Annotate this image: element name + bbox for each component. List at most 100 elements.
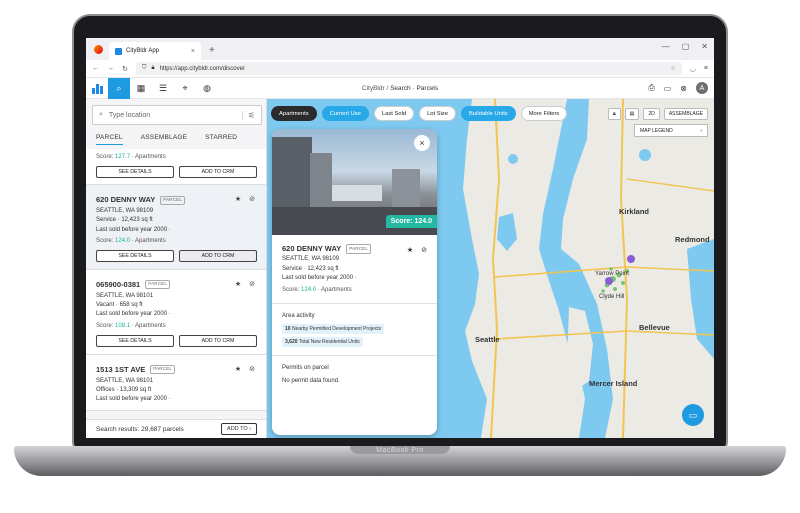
menu-icon[interactable]: ≡	[704, 65, 708, 72]
close-window-button[interactable]: ✕	[701, 42, 708, 51]
tab-starred[interactable]: STARRED	[205, 134, 237, 145]
filter-current-use[interactable]: Current Use	[321, 106, 369, 121]
popup-address: 620 DENNY WAY PARCEL	[282, 243, 427, 255]
permitted-label: Nearby Permitted Development Projects	[291, 325, 382, 332]
map-label-kirkland: Kirkland	[619, 207, 650, 216]
address-text: 620 DENNY WAY	[96, 195, 156, 205]
search-icon[interactable]: ⌕	[108, 77, 130, 99]
parcel-last-sold: Last sold before year 2000 ·	[96, 311, 171, 318]
popup-score-line: Score: 124.0 · Apartments	[282, 286, 427, 296]
tab-close-icon[interactable]: ×	[191, 48, 195, 55]
search-icon: ⌕	[99, 111, 103, 118]
clear-icon[interactable]: ⊗	[680, 84, 687, 93]
filter-buildable-units[interactable]: Buildable Units	[461, 106, 516, 121]
popup-score-tag: Score: 124.0	[385, 215, 437, 228]
bookmark-star-icon[interactable]: ☆	[670, 65, 675, 72]
filter-lot-size[interactable]: Lot Size	[419, 106, 457, 121]
parcel-city: SEATTLE, WA 98101	[96, 377, 154, 384]
chevron-right-icon: ›	[700, 127, 702, 134]
tab-assemblage[interactable]: ASSEMBLAGE	[141, 134, 187, 145]
hide-eye-icon[interactable]: ⊘	[249, 280, 255, 291]
table-icon[interactable]: ▦	[130, 78, 152, 99]
list-item[interactable]: 065900-0381 PARCEL ★ ⊘ SEATTLE, WA 98101…	[86, 270, 266, 355]
list-item[interactable]: Score: 127.7 · Apartments SEE DETAILS AD…	[86, 149, 266, 186]
tab-parcel[interactable]: PARCEL	[96, 134, 123, 145]
score-type: · Apartments	[131, 322, 166, 329]
map-label-yarrow-point: Yarrow Point	[595, 271, 629, 277]
list-item[interactable]: 1513 1ST AVE PARCEL ★ ⊘ SEATTLE, WA 9810…	[86, 354, 266, 412]
device-brand: MacBook Pro	[376, 447, 424, 454]
add-to-crm-button[interactable]: ADD TO CRM	[179, 166, 257, 179]
favicon-icon	[115, 47, 122, 55]
filter-sliders-icon[interactable]: ⚟	[241, 110, 255, 120]
add-to-crm-button[interactable]: ADD TO CRM	[179, 334, 257, 347]
pocket-icon[interactable]: ◡	[690, 65, 696, 73]
see-details-button[interactable]: SEE DETAILS	[96, 334, 174, 347]
folder-icon[interactable]: ▭	[664, 84, 672, 93]
filter-more-filters[interactable]: More Filters	[520, 106, 568, 121]
url-bar: ← → ↻ ⛉ 🔒︎ https://app.citybldr.com/disc…	[86, 60, 714, 78]
mode-2d-button[interactable]: 2D	[643, 108, 660, 120]
popup-last-sold: Last sold before year 2000 ·	[282, 275, 357, 282]
hide-eye-icon[interactable]: ⊘	[249, 195, 255, 206]
lock-icon: 🔒︎	[151, 65, 155, 71]
add-to-crm-button[interactable]: ADD TO CRM	[179, 250, 257, 263]
see-details-button[interactable]: SEE DETAILS	[96, 166, 174, 179]
popup-city: SEATTLE, WA 98109	[282, 256, 340, 262]
card-actions: SEE DETAILS ADD TO CRM	[96, 334, 257, 347]
layers-icon[interactable]: ▤	[624, 108, 640, 120]
score-label: Score:	[96, 322, 114, 329]
forward-icon[interactable]: →	[107, 65, 114, 72]
residential-label: Total New Residential Units	[298, 338, 360, 345]
avatar[interactable]: A	[696, 82, 708, 94]
star-icon[interactable]: ★	[235, 280, 241, 291]
map-label-redmond: Redmond	[675, 235, 710, 244]
star-icon[interactable]: ★	[235, 195, 241, 206]
see-details-button[interactable]: SEE DETAILS	[96, 250, 174, 263]
assemblage-button[interactable]: ASSEMBLAGE	[663, 108, 708, 120]
parcel-address: 1513 1ST AVE PARCEL	[96, 364, 257, 376]
citybldr-logo-icon[interactable]	[86, 78, 108, 99]
residential-count: 3,620	[285, 338, 298, 345]
parcel-last-sold: Last sold before year 2000 ·	[96, 396, 171, 403]
save-icon[interactable]: ⎙	[648, 83, 654, 93]
new-tab-button[interactable]: +	[209, 45, 215, 56]
map-label-clyde-hill: Clyde Hill	[599, 294, 625, 300]
parcel-use: Vacant · 658 sq ft	[96, 302, 143, 309]
browser-tab[interactable]: CityBldr App ×	[109, 42, 201, 60]
close-popup-button[interactable]: ×	[414, 135, 430, 151]
parcel-badge: PARCEL	[150, 365, 176, 375]
parcel-city: SEATTLE, WA 98109	[96, 207, 154, 214]
breadcrumb-root[interactable]: CityBldr	[362, 85, 385, 92]
residential-units-pill[interactable]: 3,620 Total New Residential Units	[282, 336, 363, 347]
window-controls: — ▢ ✕	[662, 42, 708, 51]
score-label: Score:	[96, 237, 114, 244]
lock-map-icon[interactable]: 🔒︎	[608, 108, 621, 120]
permitted-projects-pill[interactable]: 10 Nearby Permitted Development Projects	[282, 323, 385, 334]
filter-apartments[interactable]: Apartments	[271, 106, 317, 121]
filter-last-sold[interactable]: Last Sold	[373, 106, 415, 121]
chat-icon[interactable]: ▭	[682, 404, 704, 426]
add-to-button[interactable]: ADD TO ›	[221, 423, 257, 435]
list-icon[interactable]: ☰	[152, 78, 174, 99]
address-field[interactable]: ⛉ 🔒︎ https://app.citybldr.com/discover ☆	[135, 62, 682, 75]
reload-icon[interactable]: ↻	[122, 65, 128, 73]
globe-icon[interactable]: ◍	[196, 78, 218, 99]
divider	[272, 355, 437, 357]
search-box[interactable]: ⌕ Type location ⚟	[92, 105, 262, 125]
search-input[interactable]: Type location	[109, 112, 150, 119]
parcel-last-sold: Last sold before year 2000 ·	[96, 226, 171, 233]
list-item[interactable]: 620 DENNY WAY PARCEL ★ ⊘ SEATTLE, WA 981…	[86, 185, 266, 271]
minimize-button[interactable]: —	[662, 42, 670, 51]
hide-eye-icon[interactable]: ⊘	[249, 365, 255, 376]
map-legend-button[interactable]: MAP LEGEND ›	[634, 124, 708, 137]
map-pin-icon[interactable]: ⌖	[174, 78, 196, 99]
maximize-button[interactable]: ▢	[682, 42, 690, 51]
star-icon[interactable]: ★	[407, 245, 413, 256]
hide-eye-icon[interactable]: ⊘	[421, 245, 427, 256]
star-icon[interactable]: ★	[235, 365, 241, 376]
back-icon[interactable]: ←	[92, 65, 99, 72]
map-label-seattle: Seattle	[475, 335, 500, 344]
shield-icon: ⛉	[141, 65, 147, 71]
parcel-badge: PARCEL	[160, 195, 186, 205]
